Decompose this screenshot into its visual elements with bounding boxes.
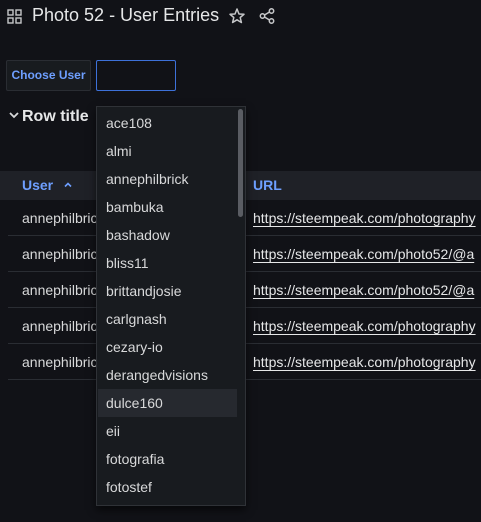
dropdown-option[interactable]: derangedvisions [98, 361, 237, 389]
column-header-user[interactable]: User [22, 171, 73, 200]
cell-url-link[interactable]: https://steempeak.com/photo52/@a [253, 272, 481, 308]
dropdown-option-highlighted[interactable]: dulce160 [98, 389, 237, 417]
chevron-down-icon [9, 112, 19, 119]
column-header-url-label: URL [253, 177, 282, 193]
dashboard-title[interactable]: Photo 52 - User Entries [32, 5, 219, 26]
dropdown-option[interactable]: bliss11 [98, 249, 237, 277]
dropdown-option[interactable]: ace108 [98, 109, 237, 137]
row-title: Row title [22, 108, 89, 125]
user-variable-input[interactable] [96, 60, 176, 91]
column-header-url[interactable]: URL [253, 171, 282, 200]
cell-url-link[interactable]: https://steempeak.com/photography [253, 344, 481, 380]
cell-url-link[interactable]: https://steempeak.com/photo52/@a [253, 236, 481, 272]
cell-url-link[interactable]: https://steempeak.com/photography [253, 200, 481, 236]
dropdown-option[interactable]: almi [98, 137, 237, 165]
column-header-user-label: User [22, 177, 54, 193]
dropdown-scrollbar[interactable] [238, 109, 243, 217]
chevron-up-icon [64, 182, 72, 188]
dropdown-option[interactable]: cezary-io [98, 333, 237, 361]
cell-url-link[interactable]: https://steempeak.com/photography [253, 308, 481, 344]
dropdown-option[interactable]: carlgnash [98, 305, 237, 333]
dropdown-option[interactable]: brittandjosie [98, 277, 237, 305]
user-dropdown-menu: ace108 almi annephilbrick bambuka bashad… [96, 106, 246, 506]
dropdown-option[interactable]: annephilbrick [98, 165, 237, 193]
star-icon[interactable] [228, 7, 246, 25]
variable-label: Choose User [6, 60, 91, 91]
dropdown-option[interactable]: fotografia [98, 445, 237, 473]
dropdown-option[interactable]: bashadow [98, 221, 237, 249]
dropdown-option[interactable]: eii [98, 417, 237, 445]
grid-icon[interactable] [7, 9, 22, 24]
dashboard-header: Photo 52 - User Entries [0, 0, 481, 34]
row-header[interactable]: Row title [8, 108, 89, 126]
dropdown-option[interactable]: bambuka [98, 193, 237, 221]
dropdown-option[interactable]: fotostef [98, 473, 237, 501]
share-icon[interactable] [258, 7, 276, 25]
